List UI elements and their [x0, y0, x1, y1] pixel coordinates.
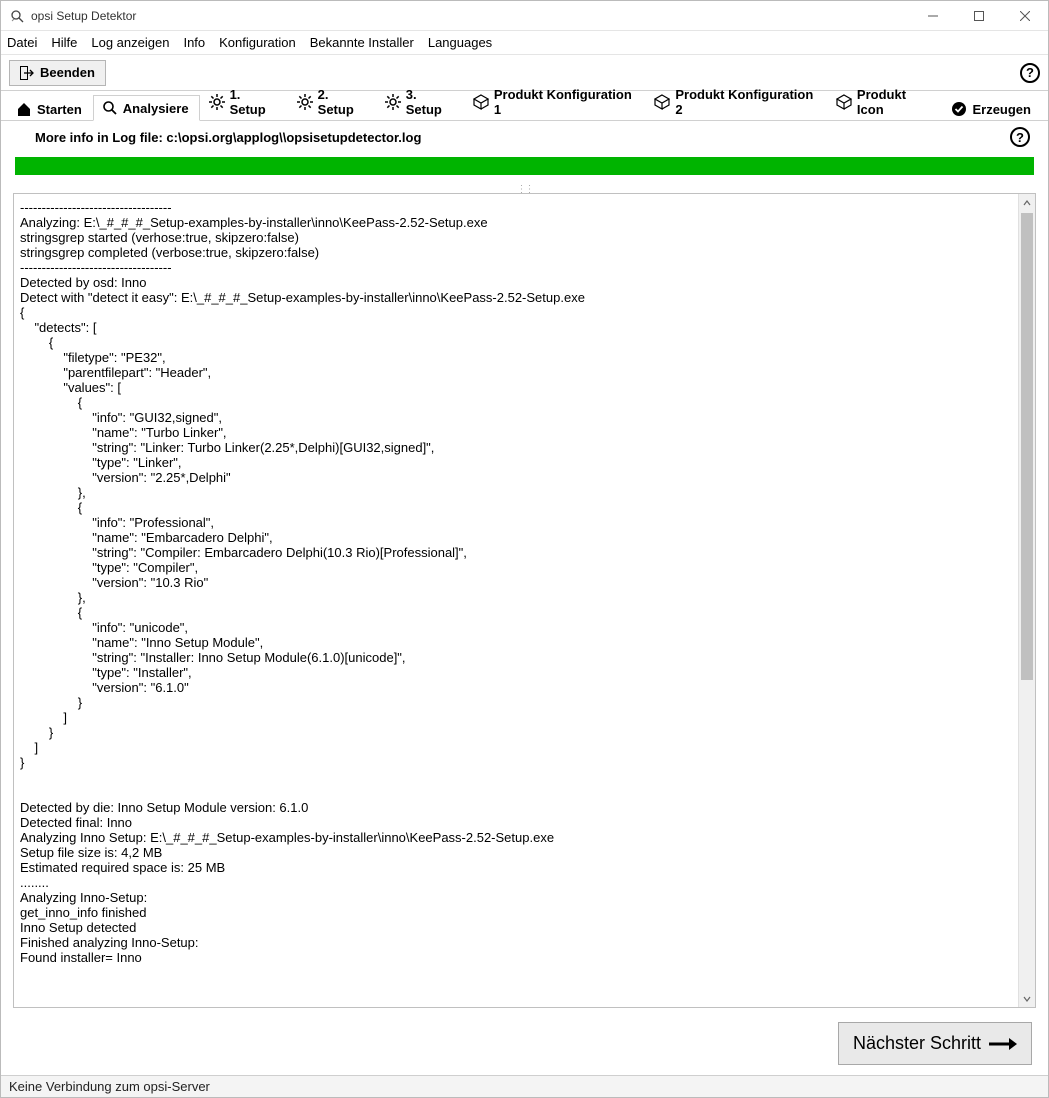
- next-step-button[interactable]: Nächster Schritt: [838, 1022, 1032, 1065]
- minimize-button[interactable]: [910, 1, 956, 31]
- scroll-thumb[interactable]: [1021, 213, 1033, 680]
- chevron-down-icon: [1023, 995, 1031, 1003]
- log-output[interactable]: ----------------------------------- Anal…: [14, 194, 1018, 1007]
- scroll-up-button[interactable]: [1019, 194, 1035, 211]
- info-row: More info in Log file: c:\opsi.org\applo…: [1, 121, 1048, 151]
- chevron-up-icon: [1023, 199, 1031, 207]
- help-icon: ?: [1026, 65, 1034, 80]
- app-icon: [9, 8, 25, 24]
- statusbar: Keine Verbindung zum opsi-Server: [1, 1075, 1048, 1097]
- tabs: Starten Analysiere 1. Setup 2. Setup 3. …: [1, 91, 1048, 121]
- log-panel: ----------------------------------- Anal…: [13, 193, 1036, 1008]
- gear-icon: [385, 94, 401, 110]
- maximize-button[interactable]: [956, 1, 1002, 31]
- gear-icon: [297, 94, 313, 110]
- menu-konfiguration[interactable]: Konfiguration: [219, 35, 296, 50]
- tab-starten[interactable]: Starten: [7, 96, 93, 121]
- tab-analysiere[interactable]: Analysiere: [93, 95, 200, 121]
- cube-icon: [654, 94, 670, 110]
- exit-icon: [20, 66, 34, 80]
- cube-icon: [473, 94, 489, 110]
- search-icon: [102, 100, 118, 116]
- arrow-right-icon: [989, 1036, 1017, 1052]
- splitter-grip[interactable]: ⋮⋮: [515, 185, 535, 193]
- window-title: opsi Setup Detektor: [31, 9, 910, 23]
- tab-produkt-konfig-1[interactable]: Produkt Konfiguration 1: [464, 82, 646, 121]
- progress-bar: [15, 157, 1034, 175]
- check-circle-icon: [951, 101, 967, 117]
- scrollbar[interactable]: [1018, 194, 1035, 1007]
- tab-pk1-label: Produkt Konfiguration 1: [494, 87, 635, 117]
- menu-hilfe[interactable]: Hilfe: [51, 35, 77, 50]
- tab-erzeugen-label: Erzeugen: [972, 102, 1031, 117]
- tab-erzeugen[interactable]: Erzeugen: [942, 96, 1042, 121]
- menu-datei[interactable]: Datei: [7, 35, 37, 50]
- scroll-track[interactable]: [1019, 211, 1035, 990]
- tab-pk2-label: Produkt Konfiguration 2: [675, 87, 816, 117]
- tab-setup3[interactable]: 3. Setup: [376, 82, 464, 121]
- scroll-down-button[interactable]: [1019, 990, 1035, 1007]
- help-button[interactable]: ?: [1020, 63, 1040, 83]
- log-file-info: More info in Log file: c:\opsi.org\applo…: [35, 130, 421, 145]
- menubar: Datei Hilfe Log anzeigen Info Konfigurat…: [1, 31, 1048, 55]
- help-button-panel[interactable]: ?: [1010, 127, 1030, 147]
- status-text: Keine Verbindung zum opsi-Server: [9, 1079, 210, 1094]
- tab-analysiere-label: Analysiere: [123, 101, 189, 116]
- tab-setup1-label: 1. Setup: [230, 87, 277, 117]
- cube-icon: [836, 94, 852, 110]
- menu-info[interactable]: Info: [183, 35, 205, 50]
- close-icon: [1020, 11, 1030, 21]
- tab-starten-label: Starten: [37, 102, 82, 117]
- close-button[interactable]: [1002, 1, 1048, 31]
- tab-produkt-icon[interactable]: Produkt Icon: [827, 82, 943, 121]
- next-row: Nächster Schritt: [1, 1016, 1048, 1075]
- home-icon: [16, 101, 32, 117]
- tab-produkt-konfig-2[interactable]: Produkt Konfiguration 2: [645, 82, 827, 121]
- tab-setup1[interactable]: 1. Setup: [200, 82, 288, 121]
- help-icon: ?: [1016, 130, 1024, 145]
- menu-bekannte-installer[interactable]: Bekannte Installer: [310, 35, 414, 50]
- menu-log-anzeigen[interactable]: Log anzeigen: [91, 35, 169, 50]
- menu-languages[interactable]: Languages: [428, 35, 492, 50]
- maximize-icon: [974, 11, 984, 21]
- tab-picon-label: Produkt Icon: [857, 87, 932, 117]
- window-buttons: [910, 1, 1048, 31]
- tab-setup2-label: 2. Setup: [318, 87, 365, 117]
- tab-setup2[interactable]: 2. Setup: [288, 82, 376, 121]
- beenden-button[interactable]: Beenden: [9, 60, 106, 86]
- next-step-label: Nächster Schritt: [853, 1033, 981, 1054]
- beenden-label: Beenden: [40, 65, 95, 80]
- minimize-icon: [928, 11, 938, 21]
- titlebar: opsi Setup Detektor: [1, 1, 1048, 31]
- gear-icon: [209, 94, 225, 110]
- tab-setup3-label: 3. Setup: [406, 87, 453, 117]
